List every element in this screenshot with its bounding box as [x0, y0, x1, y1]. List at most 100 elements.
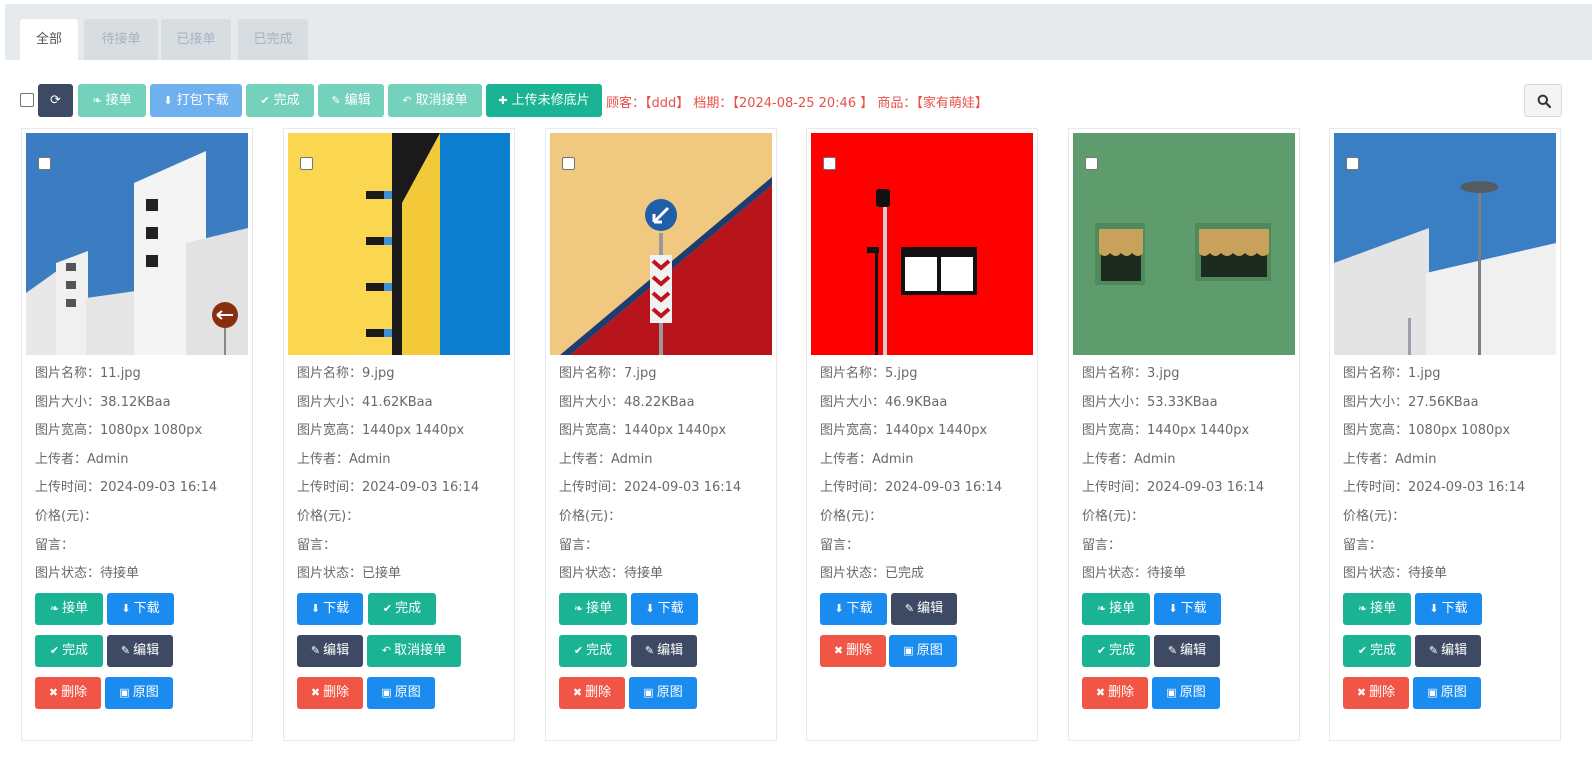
download-button[interactable]: ⬇ 下载	[297, 593, 363, 625]
complete-button[interactable]: ✔ 完成	[368, 593, 436, 625]
edit-button[interactable]: ✎ 编辑	[1415, 635, 1481, 667]
refresh-button[interactable]: ⟳	[38, 84, 73, 117]
meta-uploader: 上传者：Admin	[1343, 451, 1437, 467]
complete-button[interactable]: ✔ 完成	[35, 635, 103, 667]
photo-meta: 图片名称：3.jpg 图片大小：53.33KBaa 图片宽高：1440px 14…	[1082, 365, 1264, 594]
photo-select-checkbox[interactable]	[300, 157, 313, 170]
meta-size: 图片大小：27.56KBaa	[1343, 394, 1479, 410]
bulk-edit-button[interactable]: ✎ 编辑	[318, 84, 384, 117]
accept-button[interactable]: ❧ 接单	[35, 593, 103, 625]
download-button[interactable]: ⬇ 下载	[1415, 593, 1482, 625]
select-all-checkbox[interactable]	[20, 93, 34, 107]
photo-select-checkbox[interactable]	[562, 157, 575, 170]
tab-completed[interactable]: 已完成	[238, 19, 308, 60]
pencil-icon: ✎	[1167, 644, 1178, 657]
accept-button[interactable]: ❧ 接单	[1343, 593, 1411, 625]
download-button[interactable]: ⬇ 下载	[820, 593, 887, 625]
tab-accepted[interactable]: 已接单	[161, 19, 231, 60]
photo-select-checkbox[interactable]	[1346, 157, 1359, 170]
photo-card: 图片名称：1.jpg 图片大小：27.56KBaa 图片宽高：1080px 10…	[1329, 128, 1561, 741]
meta-upload-time: 上传时间：2024-09-03 16:14	[297, 480, 480, 496]
leaf-icon: ❧	[1096, 602, 1107, 615]
photo-select-checkbox[interactable]	[38, 157, 51, 170]
pencil-icon: ✎	[120, 644, 131, 657]
tab-pending[interactable]: 待接单	[84, 19, 158, 60]
photo-thumbnail[interactable]	[26, 133, 248, 355]
edit-button[interactable]: ✎ 编辑	[1154, 635, 1220, 667]
edit-button[interactable]: ✎ 编辑	[891, 593, 957, 625]
photo-thumbnail[interactable]	[288, 133, 510, 355]
meta-dims: 图片宽高：1440px 1440px	[559, 423, 727, 439]
meta-message: 留言：	[1343, 537, 1383, 553]
check-icon: ✔	[260, 94, 270, 107]
complete-button[interactable]: ✔ 完成	[1082, 635, 1150, 667]
bulk-download-button[interactable]: ⬇ 打包下载	[150, 84, 242, 117]
photo-select-checkbox[interactable]	[1085, 157, 1098, 170]
complete-button[interactable]: ✔ 完成	[1343, 635, 1411, 667]
original-button[interactable]: ▣ 原图	[1413, 677, 1481, 709]
meta-upload-time: 上传时间：2024-09-03 16:14	[820, 480, 1003, 496]
search-button[interactable]	[1524, 84, 1562, 117]
meta-message: 留言：	[35, 537, 75, 553]
original-button[interactable]: ▣ 原图	[889, 635, 957, 667]
photo-thumbnail[interactable]	[1334, 133, 1556, 355]
photo-thumbnail[interactable]	[550, 133, 772, 355]
meta-name: 图片名称：9.jpg	[297, 366, 395, 381]
meta-price: 价格(元)：	[35, 508, 98, 524]
delete-button[interactable]: ✖ 删除	[297, 677, 363, 709]
bulk-complete-button[interactable]: ✔ 完成	[246, 84, 314, 117]
meta-name: 图片名称：5.jpg	[820, 366, 918, 381]
complete-button[interactable]: ✔ 完成	[559, 635, 627, 667]
photo-thumbnail[interactable]	[811, 133, 1033, 355]
photo-thumbnail[interactable]	[1073, 133, 1295, 355]
delete-button[interactable]: ✖ 删除	[1082, 677, 1148, 709]
download-button[interactable]: ⬇ 下载	[1154, 593, 1221, 625]
original-button[interactable]: ▣ 原图	[1152, 677, 1220, 709]
plus-icon: ✚	[498, 94, 508, 107]
photo-meta: 图片名称：5.jpg 图片大小：46.9KBaa 图片宽高：1440px 144…	[820, 365, 1002, 594]
toolbar: ⟳ ❧ 接单 ⬇ 打包下载 ✔ 完成 ✎ 编辑 ↶ 取消接单 ✚ 上传未修底片 顾客：【dd…	[0, 84, 1592, 118]
refresh-icon: ⟳	[50, 93, 61, 108]
undo-icon: ↶	[402, 94, 412, 107]
meta-size: 图片大小：41.62KBaa	[297, 394, 433, 410]
edit-button[interactable]: ✎ 编辑	[297, 635, 363, 667]
image-icon: ▣	[903, 644, 914, 657]
meta-price: 价格(元)：	[559, 508, 622, 524]
meta-size: 图片大小：48.22KBaa	[559, 394, 695, 410]
tab-all[interactable]: 全部	[20, 19, 78, 60]
bulk-accept-button[interactable]: ❧ 接单	[78, 84, 146, 117]
meta-status: 图片状态：待接单	[1343, 566, 1448, 582]
photo-select-checkbox[interactable]	[823, 157, 836, 170]
delete-button[interactable]: ✖ 删除	[820, 635, 886, 667]
photo-meta: 图片名称：1.jpg 图片大小：27.56KBaa 图片宽高：1080px 10…	[1343, 365, 1525, 594]
bulk-cancel-accept-button[interactable]: ↶ 取消接单	[388, 84, 482, 117]
edit-button[interactable]: ✎ 编辑	[631, 635, 697, 667]
accept-button[interactable]: ❧ 接单	[559, 593, 627, 625]
close-icon: ✖	[1356, 686, 1367, 699]
download-button[interactable]: ⬇ 下载	[107, 593, 174, 625]
leaf-icon: ❧	[49, 602, 60, 615]
download-icon: ⬇	[310, 602, 321, 615]
upload-raw-button[interactable]: ✚ 上传未修底片	[486, 84, 602, 117]
search-icon	[1537, 94, 1551, 108]
download-button[interactable]: ⬇ 下载	[631, 593, 698, 625]
meta-dims: 图片宽高：1440px 1440px	[297, 423, 465, 439]
meta-upload-time: 上传时间：2024-09-03 16:14	[35, 480, 218, 496]
original-button[interactable]: ▣ 原图	[105, 677, 173, 709]
delete-button[interactable]: ✖ 删除	[559, 677, 625, 709]
original-button[interactable]: ▣ 原图	[629, 677, 697, 709]
meta-name: 图片名称：3.jpg	[1082, 366, 1180, 381]
cancel-accept-button[interactable]: ↶ 取消接单	[367, 635, 461, 667]
original-button[interactable]: ▣ 原图	[367, 677, 435, 709]
photo-card: 图片名称：3.jpg 图片大小：53.33KBaa 图片宽高：1440px 14…	[1068, 128, 1300, 741]
accept-button[interactable]: ❧ 接单	[1082, 593, 1150, 625]
leaf-icon: ❧	[1357, 602, 1368, 615]
meta-uploader: 上传者：Admin	[1082, 451, 1176, 467]
meta-size: 图片大小：38.12KBaa	[35, 394, 171, 410]
leaf-icon: ❧	[92, 94, 102, 107]
meta-status: 图片状态：待接单	[35, 566, 140, 582]
delete-button[interactable]: ✖ 删除	[35, 677, 101, 709]
meta-status: 图片状态：待接单	[559, 566, 664, 582]
delete-button[interactable]: ✖ 删除	[1343, 677, 1409, 709]
edit-button[interactable]: ✎ 编辑	[107, 635, 173, 667]
